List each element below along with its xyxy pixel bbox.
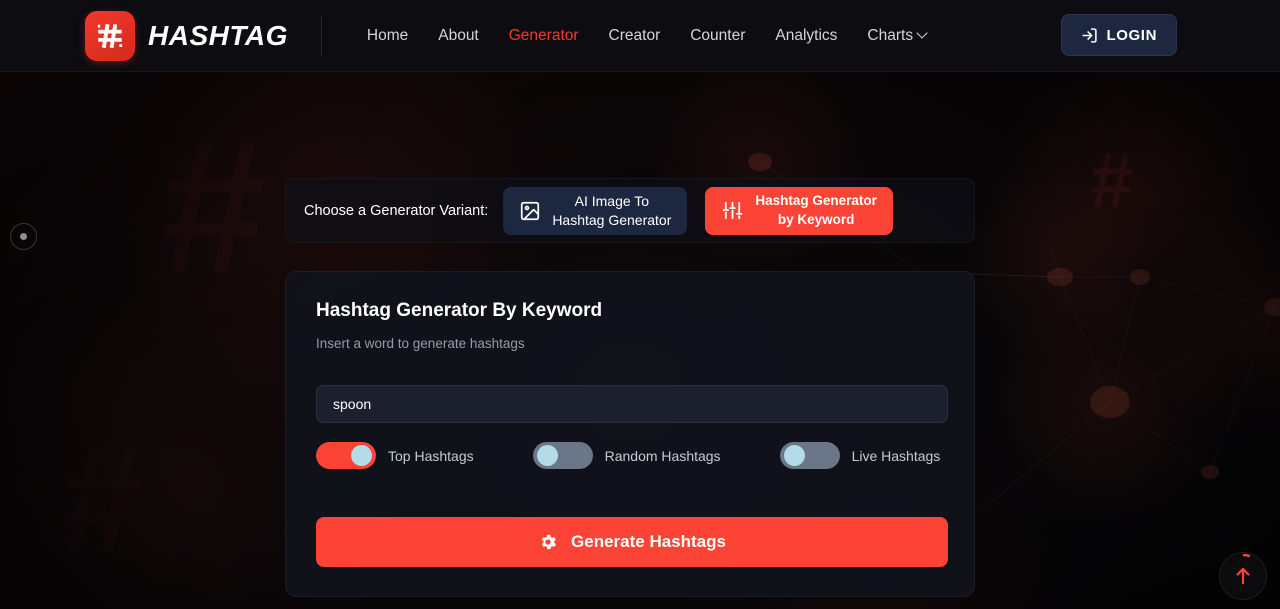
nav-item-creator[interactable]: Creator: [594, 19, 676, 53]
toggle-group-random: Random Hashtags: [532, 442, 721, 469]
nav-label: Generator: [508, 26, 579, 44]
toggle-label-live: Live Hashtags: [851, 447, 941, 464]
generate-button-label: Generate Hashtags: [571, 532, 726, 551]
nav-item-about[interactable]: About: [423, 19, 494, 53]
nav-label: Charts: [867, 26, 914, 44]
variant-option-label: Hashtag Generator by Keyword: [755, 193, 877, 227]
nav-label: Counter: [690, 26, 746, 44]
nav-item-generator[interactable]: Generator: [494, 19, 594, 53]
scroll-to-top-button[interactable]: [1219, 552, 1267, 600]
nav-label: Home: [366, 26, 409, 44]
keyword-input[interactable]: [316, 385, 948, 423]
toggle-group-live: Live Hashtags: [779, 442, 941, 469]
nav-label: Analytics: [775, 26, 838, 44]
toggle-live-hashtags[interactable]: [779, 442, 840, 469]
toggle-group-top: Top Hashtags: [316, 442, 474, 469]
hashtag-toggles: Top Hashtags Random Hashtags Live Hashta…: [316, 442, 940, 469]
image-icon: [521, 201, 540, 220]
page-root: # # # # HASHTAG Home Abo: [0, 0, 1280, 609]
toggle-top-hashtags[interactable]: [316, 442, 376, 469]
carousel-dot-inner: [20, 233, 27, 240]
toggle-knob: [783, 445, 805, 466]
nav-item-analytics[interactable]: Analytics: [760, 19, 852, 53]
toggle-label-top: Top Hashtags: [388, 447, 474, 464]
toggle-random-hashtags[interactable]: [532, 442, 593, 469]
login-button[interactable]: LOGIN: [1060, 14, 1177, 56]
nav-item-home[interactable]: Home: [352, 19, 423, 53]
variant-option-label: AI Image To Hashtag Generator: [552, 192, 672, 228]
main-nav: Home About Generator Creator Counter Ana…: [352, 19, 942, 53]
gear-icon: [541, 534, 557, 550]
sliders-icon: [722, 201, 743, 220]
brand[interactable]: HASHTAG: [85, 10, 288, 61]
page-title: Hashtag Generator By Keyword: [316, 300, 603, 321]
sign-in-icon: [1081, 27, 1097, 43]
variant-selector-panel: Choose a Generator Variant: AI Image To …: [285, 178, 975, 243]
arrow-up-icon: [1220, 553, 1266, 599]
nav-label: About: [438, 26, 479, 44]
nav-item-charts[interactable]: Charts: [852, 19, 942, 53]
site-header: HASHTAG Home About Generator Creator Cou…: [0, 0, 1280, 72]
carousel-dot-icon[interactable]: [10, 223, 37, 250]
nav-label: Creator: [608, 26, 661, 44]
toggle-knob: [351, 445, 372, 466]
generate-hashtags-button[interactable]: Generate Hashtags: [316, 517, 948, 567]
login-label: LOGIN: [1106, 26, 1157, 44]
generator-card: Hashtag Generator By Keyword Insert a wo…: [285, 271, 975, 597]
header-divider: [320, 15, 322, 56]
toggle-knob: [536, 445, 558, 466]
variant-option-ai-image[interactable]: AI Image To Hashtag Generator: [503, 186, 688, 235]
brand-name: HASHTAG: [148, 19, 288, 51]
chevron-down-icon: [918, 29, 927, 38]
toggle-label-random: Random Hashtags: [604, 447, 721, 464]
variant-option-keyword[interactable]: Hashtag Generator by Keyword: [705, 186, 893, 235]
card-subtitle: Insert a word to generate hashtags: [316, 336, 525, 351]
nav-item-counter[interactable]: Counter: [675, 19, 760, 53]
hashtag-logo-icon: [85, 10, 135, 61]
variant-selector-label: Choose a Generator Variant:: [304, 202, 489, 219]
